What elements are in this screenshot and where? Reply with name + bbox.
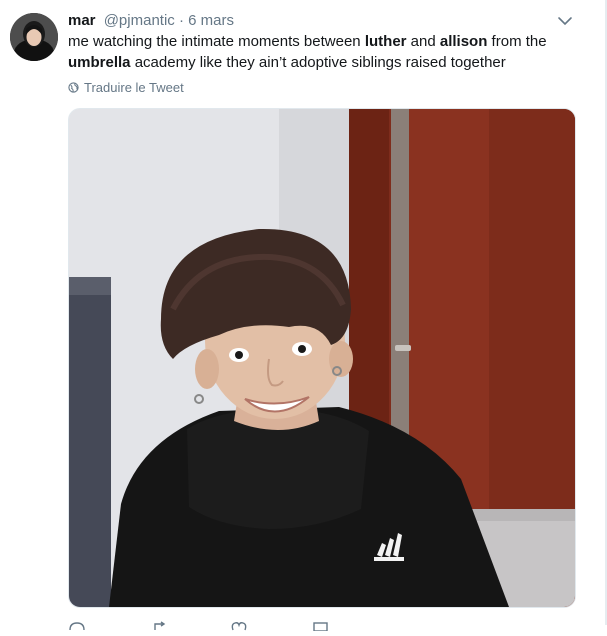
translate-link[interactable]: Traduire le Tweet [68, 80, 184, 95]
author-handle[interactable]: @pjmantic [104, 12, 175, 29]
photo [69, 109, 575, 607]
tweet-text-keyword: allison [439, 33, 488, 50]
tweet-media-photo[interactable] [68, 108, 576, 608]
globe-icon [68, 82, 79, 93]
translate-label: Traduire le Tweet [84, 80, 184, 95]
reply-icon[interactable] [68, 618, 86, 631]
avatar[interactable] [10, 13, 58, 61]
tweet-text-segment: academy like they ain’t adoptive sibling… [130, 54, 506, 71]
mail-icon[interactable] [312, 618, 330, 632]
tweet-text-segment: from the [487, 33, 547, 50]
separator: · [178, 12, 184, 29]
tweet-text: me watching the intimate moments between… [68, 31, 568, 73]
heart-icon[interactable] [230, 618, 248, 631]
tweet-header: mar @pjmantic · 6 mars [68, 11, 234, 31]
tweet: mar @pjmantic · 6 mars me watching the i… [0, 0, 607, 632]
avatar-image [10, 13, 58, 61]
tweet-text-keyword: luther [364, 33, 407, 50]
chevron-down-icon[interactable] [556, 14, 574, 28]
tweet-text-segment: me watching the intimate moments between [68, 33, 365, 50]
retweet-icon[interactable] [152, 618, 170, 630]
tweet-date[interactable]: 6 mars [188, 12, 234, 29]
author-name[interactable]: mar [68, 12, 96, 29]
tweet-text-segment: and [406, 33, 440, 50]
tweet-actions [68, 618, 568, 632]
tweet-text-keyword: umbrella [68, 54, 131, 71]
